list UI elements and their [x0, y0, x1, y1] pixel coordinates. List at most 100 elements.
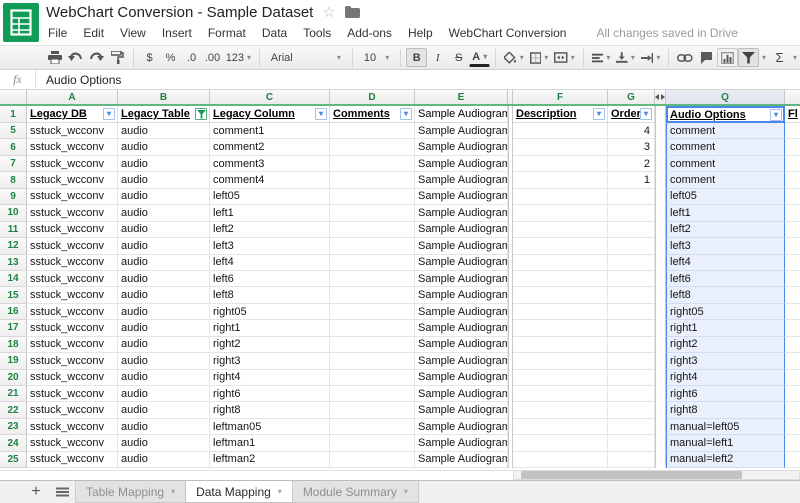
paint-format-button[interactable] — [107, 48, 128, 67]
cell-F12[interactable] — [513, 238, 608, 254]
text-wrap-button[interactable] — [638, 48, 664, 67]
cell-E10[interactable]: Sample Audiogram — [415, 205, 508, 221]
cell-D23[interactable] — [330, 419, 415, 435]
functions-dropdown[interactable] — [790, 48, 800, 67]
cell-F19[interactable] — [513, 353, 608, 369]
cell-F16[interactable] — [513, 304, 608, 320]
cell-D18[interactable] — [330, 337, 415, 353]
cell-G14[interactable] — [608, 271, 655, 287]
cell-C23[interactable]: leftman05 — [210, 419, 330, 435]
horizontal-align-button[interactable] — [589, 48, 614, 67]
row-header-15[interactable]: 15 — [0, 287, 27, 303]
select-all-corner[interactable] — [0, 90, 27, 104]
cell-D5[interactable] — [330, 123, 415, 139]
cell-F23[interactable] — [513, 419, 608, 435]
menu-view[interactable]: View — [112, 23, 154, 43]
cell-A20[interactable]: sstuck_wcconv — [27, 370, 118, 386]
horizontal-scrollbar-track[interactable] — [513, 470, 800, 480]
cell-E18[interactable]: Sample Audiogram — [415, 337, 508, 353]
cell-E11[interactable]: Sample Audiogram — [415, 222, 508, 238]
row-header-22[interactable]: 22 — [0, 402, 27, 418]
cell-E5[interactable]: Sample Audiogram — [415, 123, 508, 139]
cell-E14[interactable]: Sample Audiogram — [415, 271, 508, 287]
font-size-select[interactable]: 10 — [358, 48, 395, 67]
cell-B16[interactable]: audio — [118, 304, 210, 320]
menu-file[interactable]: File — [40, 23, 75, 43]
cell-C14[interactable]: left6 — [210, 271, 330, 287]
cell-B8[interactable]: audio — [118, 172, 210, 188]
cell-D7[interactable] — [330, 156, 415, 172]
cell-D24[interactable] — [330, 435, 415, 451]
cell-C18[interactable]: right2 — [210, 337, 330, 353]
cell-A1[interactable]: Legacy DB — [27, 106, 118, 123]
cell-E15[interactable]: Sample Audiogram — [415, 287, 508, 303]
row-header-25[interactable]: 25 — [0, 452, 27, 468]
cell-B25[interactable]: audio — [118, 452, 210, 468]
row-header-18[interactable]: 18 — [0, 337, 27, 353]
cell-A18[interactable]: sstuck_wcconv — [27, 337, 118, 353]
cell-Q20[interactable]: right4 — [666, 370, 785, 386]
redo-button[interactable] — [86, 48, 107, 67]
cell-C13[interactable]: left4 — [210, 255, 330, 271]
cell-C17[interactable]: right1 — [210, 320, 330, 336]
cell-B20[interactable]: audio — [118, 370, 210, 386]
cell-Q17[interactable]: right1 — [666, 320, 785, 336]
cell-Q18[interactable]: right2 — [666, 337, 785, 353]
cell-B12[interactable]: audio — [118, 238, 210, 254]
cell-Q21[interactable]: right6 — [666, 386, 785, 402]
cell-B23[interactable]: audio — [118, 419, 210, 435]
filter-dropdown-icon[interactable] — [770, 109, 782, 121]
cell-D19[interactable] — [330, 353, 415, 369]
cell-C12[interactable]: left3 — [210, 238, 330, 254]
star-icon[interactable] — [322, 3, 335, 21]
cell-F15[interactable] — [513, 287, 608, 303]
cell-C7[interactable]: comment3 — [210, 156, 330, 172]
row-header-7[interactable]: 7 — [0, 156, 27, 172]
cell-A8[interactable]: sstuck_wcconv — [27, 172, 118, 188]
cell-Q22[interactable]: right8 — [666, 402, 785, 418]
cell-Q6[interactable]: comment — [666, 139, 785, 155]
tab-table-mapping[interactable]: Table Mapping — [75, 481, 186, 503]
insert-link-button[interactable] — [674, 48, 696, 67]
row-header-14[interactable]: 14 — [0, 271, 27, 287]
row-header-13[interactable]: 13 — [0, 255, 27, 271]
column-header-D[interactable]: D — [330, 90, 415, 104]
fill-color-button[interactable] — [501, 48, 527, 67]
print-button[interactable] — [44, 48, 65, 67]
cell-D12[interactable] — [330, 238, 415, 254]
cell-D17[interactable] — [330, 320, 415, 336]
row-header-5[interactable]: 5 — [0, 123, 27, 139]
cell-A5[interactable]: sstuck_wcconv — [27, 123, 118, 139]
column-header-C[interactable]: C — [210, 90, 330, 104]
cell-A21[interactable]: sstuck_wcconv — [27, 386, 118, 402]
menu-edit[interactable]: Edit — [75, 23, 112, 43]
cell-Q1-active[interactable]: Audio Options — [666, 106, 785, 123]
cell-G12[interactable] — [608, 238, 655, 254]
cell-Q5[interactable]: comment — [666, 123, 785, 139]
tab-data-mapping[interactable]: Data Mapping — [185, 481, 293, 503]
sheets-logo-icon[interactable] — [3, 3, 39, 42]
cell-E13[interactable]: Sample Audiogram — [415, 255, 508, 271]
filter-views-dropdown[interactable] — [759, 48, 769, 67]
cell-E9[interactable]: Sample Audiogram — [415, 189, 508, 205]
menu-data[interactable]: Data — [254, 23, 295, 43]
cell-F6[interactable] — [513, 139, 608, 155]
cell-Q13[interactable]: left4 — [666, 255, 785, 271]
insert-chart-button[interactable] — [717, 48, 738, 67]
cell-G10[interactable] — [608, 205, 655, 221]
cell-Q12[interactable]: left3 — [666, 238, 785, 254]
menu-insert[interactable]: Insert — [154, 23, 200, 43]
cell-F22[interactable] — [513, 402, 608, 418]
font-family-select[interactable]: Arial — [265, 48, 347, 67]
cell-F14[interactable] — [513, 271, 608, 287]
cell-E20[interactable]: Sample Audiogram — [415, 370, 508, 386]
cell-Q9[interactable]: left05 — [666, 189, 785, 205]
document-title[interactable]: WebChart Conversion - Sample Dataset — [46, 4, 313, 21]
unhide-right-icon[interactable] — [661, 94, 665, 100]
cell-C5[interactable]: comment1 — [210, 123, 330, 139]
cell-C21[interactable]: right6 — [210, 386, 330, 402]
cell-C22[interactable]: right8 — [210, 402, 330, 418]
cell-A17[interactable]: sstuck_wcconv — [27, 320, 118, 336]
cell-R1-partial[interactable]: Fl — [785, 106, 800, 123]
percent-format-button[interactable]: % — [160, 48, 181, 67]
